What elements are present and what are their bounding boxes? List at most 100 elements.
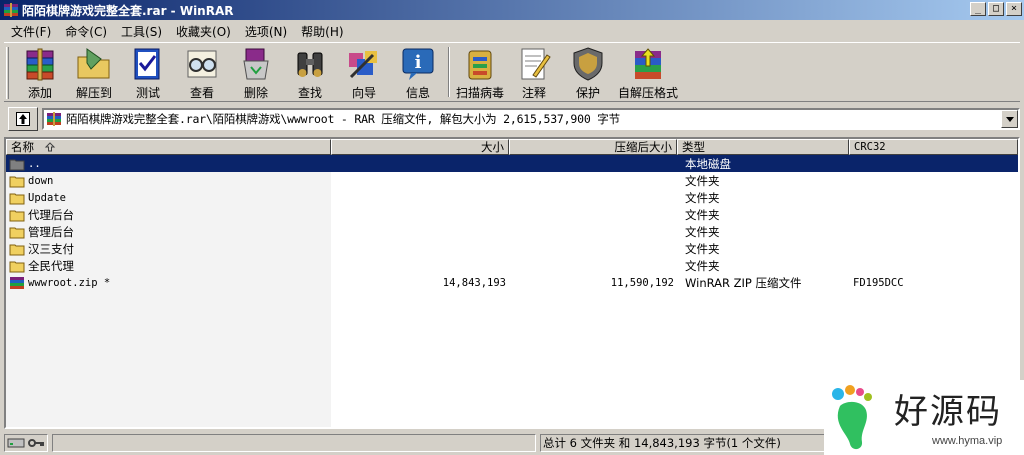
info-icon: i — [402, 48, 434, 80]
file-size: 14,843,193 — [442, 276, 506, 289]
info-label: 信息 — [405, 86, 430, 100]
table-row[interactable]: Update 文件夹 — [6, 189, 1018, 206]
column-name-header[interactable]: 名称 — [6, 139, 331, 155]
column-packed-header[interactable]: 压缩后大小 — [509, 139, 677, 155]
folder-icon — [9, 244, 25, 255]
path-dropdown-button[interactable] — [1001, 110, 1018, 128]
find-binoculars-icon — [297, 52, 323, 77]
maximize-button[interactable]: □ — [988, 2, 1004, 16]
file-type: 文件夹 — [685, 224, 720, 239]
find-button[interactable]: 查找 — [283, 43, 337, 101]
watermark-url: www.hyma.vip — [932, 435, 1003, 447]
file-type: 文件夹 — [685, 258, 720, 273]
comment-label: 注释 — [521, 86, 546, 100]
wizard-icon — [349, 51, 377, 79]
file-name: 汉三支付 — [28, 241, 74, 256]
info-button[interactable]: i 信息 — [391, 43, 445, 101]
column-header: 名称 大小 压缩后大小 类型 CRC32 — [6, 139, 1018, 155]
title-bar[interactable]: 陌陌棋牌游戏完整全套.rar - WinRAR _ □ × — [0, 0, 1024, 20]
folder-icon — [9, 210, 25, 221]
column-type-label: 类型 — [682, 140, 705, 154]
file-type: 本地磁盘 — [685, 156, 731, 171]
up-arrow-icon — [16, 112, 30, 126]
sort-up-arrow-icon — [44, 142, 56, 152]
virus-scan-icon — [468, 50, 492, 80]
add-books-icon — [26, 48, 54, 81]
file-name: Update — [28, 191, 66, 204]
table-row[interactable]: 汉三支付 文件夹 — [6, 240, 1018, 257]
menu-commands[interactable]: 命令(C) — [58, 23, 114, 40]
sfx-button[interactable]: 自解压格式 — [615, 43, 681, 101]
wizard-button[interactable]: 向导 — [337, 43, 391, 101]
menu-bar: 文件(F) 命令(C) 工具(S) 收藏夹(O) 选项(N) 帮助(H) — [0, 21, 1024, 41]
file-name: 全民代理 — [28, 258, 74, 273]
menu-favorites[interactable]: 收藏夹(O) — [169, 23, 238, 40]
path-combobox[interactable]: 陌陌棋牌游戏完整全套.rar\陌陌棋牌游戏\wwwroot - RAR 压缩文件… — [42, 108, 1020, 130]
comment-button[interactable]: 注释 — [507, 43, 561, 101]
toolbar-grip[interactable] — [6, 47, 9, 99]
extract-to-button[interactable]: 解压到 — [67, 43, 121, 101]
menu-options[interactable]: 选项(N) — [238, 23, 294, 40]
test-button[interactable]: 测试 — [121, 43, 175, 101]
drive-icon[interactable] — [7, 437, 25, 449]
status-selection — [52, 434, 536, 452]
add-button[interactable]: 添加 — [13, 43, 67, 101]
file-type: 文件夹 — [685, 207, 720, 222]
file-type: 文件夹 — [685, 173, 720, 188]
table-row[interactable]: .. 本地磁盘 — [6, 155, 1018, 172]
delete-button[interactable]: 删除 — [229, 43, 283, 101]
add-label: 添加 — [27, 86, 52, 100]
table-row[interactable]: 全民代理 文件夹 — [6, 257, 1018, 274]
extract-to-label: 解压到 — [75, 86, 112, 100]
status-icons — [4, 434, 48, 452]
close-button[interactable]: × — [1006, 2, 1022, 16]
table-row[interactable]: down 文件夹 — [6, 172, 1018, 189]
virus-scan-label: 扫描病毒 — [455, 86, 504, 100]
file-type: 文件夹 — [685, 241, 720, 256]
menu-help[interactable]: 帮助(H) — [294, 23, 350, 40]
view-button[interactable]: 查看 — [175, 43, 229, 101]
column-type-header[interactable]: 类型 — [677, 139, 849, 155]
window-title: 陌陌棋牌游戏完整全套.rar - WinRAR — [22, 3, 234, 18]
folder-icon — [9, 193, 25, 204]
zip-archive-icon — [10, 276, 24, 289]
menu-tools[interactable]: 工具(S) — [114, 23, 169, 40]
minimize-button[interactable]: _ — [970, 2, 986, 16]
file-name: down — [28, 174, 54, 187]
toolbar-separator — [448, 47, 450, 97]
winrar-app-icon — [4, 3, 18, 17]
sfx-icon — [635, 48, 661, 79]
column-crc-label: CRC32 — [854, 141, 886, 153]
table-row[interactable]: 管理后台 文件夹 — [6, 223, 1018, 240]
column-crc-header[interactable]: CRC32 — [849, 139, 1018, 155]
folder-icon — [9, 227, 25, 238]
file-name: 代理后台 — [28, 207, 74, 222]
test-check-icon — [134, 48, 160, 80]
key-icon[interactable] — [27, 437, 45, 449]
file-rows: .. 本地磁盘 down 文件夹 Update 文件夹 代理后台 文件夹 管理后… — [6, 155, 1018, 291]
file-type: 文件夹 — [685, 190, 720, 205]
view-glasses-icon — [187, 50, 217, 78]
delete-label: 删除 — [243, 86, 268, 100]
up-folder-button[interactable] — [8, 107, 38, 131]
folder-icon — [9, 176, 25, 187]
svg-text:i: i — [415, 52, 422, 73]
file-name: .. — [28, 157, 41, 170]
table-row[interactable]: 代理后台 文件夹 — [6, 206, 1018, 223]
parent-folder-icon — [9, 159, 25, 170]
comment-icon — [521, 48, 551, 80]
protect-button[interactable]: 保护 — [561, 43, 615, 101]
delete-recycle-icon — [243, 48, 269, 80]
sfx-label: 自解压格式 — [617, 86, 678, 100]
table-row[interactable]: wwwroot.zip * 14,843,193 11,590,192 WinR… — [6, 274, 1018, 291]
menu-file[interactable]: 文件(F) — [4, 23, 58, 40]
protect-label: 保护 — [575, 86, 600, 100]
wizard-label: 向导 — [351, 86, 376, 100]
watermark-brand: 好源码 — [894, 392, 1002, 432]
watermark: 好源码 www.hyma.vip — [824, 380, 1024, 455]
test-label: 测试 — [135, 86, 160, 100]
virus-scan-button[interactable]: 扫描病毒 — [453, 43, 507, 101]
file-type: WinRAR ZIP 压缩文件 — [685, 275, 802, 290]
protect-shield-icon — [573, 47, 603, 81]
column-size-header[interactable]: 大小 — [331, 139, 509, 155]
